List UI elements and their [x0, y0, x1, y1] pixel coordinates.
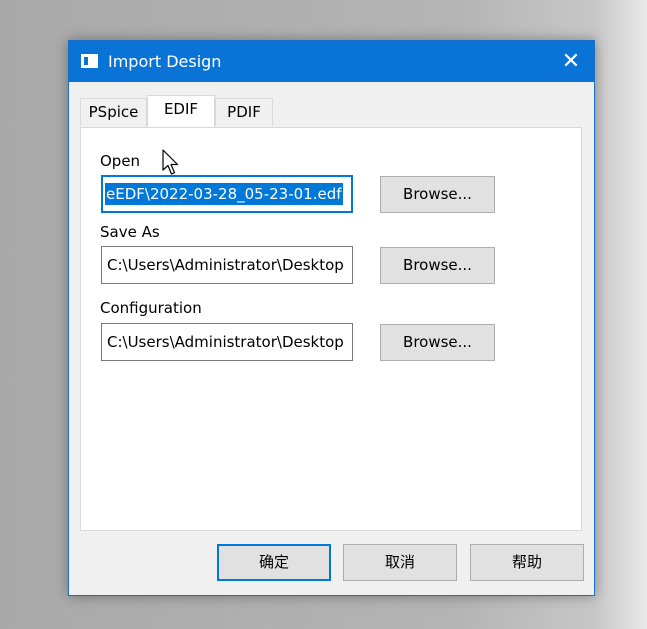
save-as-browse-button[interactable]: Browse... [380, 247, 495, 284]
configuration-path-value: C:\Users\Administrator\Desktop [107, 333, 344, 351]
tab-pspice[interactable]: PSpice [80, 98, 147, 126]
open-browse-button[interactable]: Browse... [380, 176, 495, 213]
dialog-title: Import Design [108, 52, 222, 71]
open-label: Open [100, 152, 141, 170]
close-button[interactable]: ✕ [548, 41, 594, 82]
configuration-label: Configuration [100, 299, 202, 317]
save-as-label: Save As [100, 223, 160, 241]
cancel-button[interactable]: 取消 [343, 544, 457, 581]
ok-button[interactable]: 确定 [217, 544, 331, 581]
tab-pdif[interactable]: PDIF [215, 98, 273, 126]
tab-label: EDIF [163, 100, 199, 118]
import-design-dialog: Import Design ✕ PSpice EDIF PDIF Open eE… [68, 40, 595, 596]
tab-label: PSpice [88, 103, 139, 121]
configuration-path-input[interactable]: C:\Users\Administrator\Desktop [101, 323, 353, 361]
open-path-input[interactable]: eEDF\2022-03-28_05-23-01.edf [101, 175, 353, 213]
help-button[interactable]: 帮助 [470, 544, 584, 581]
tab-edif[interactable]: EDIF [147, 95, 215, 127]
title-bar[interactable]: Import Design ✕ [69, 41, 594, 82]
open-path-value: eEDF\2022-03-28_05-23-01.edf [105, 183, 343, 205]
tab-label: PDIF [227, 103, 261, 121]
mouse-pointer-icon [162, 149, 179, 175]
save-as-path-input[interactable]: C:\Users\Administrator\Desktop [101, 246, 353, 284]
window-icon [81, 54, 98, 68]
configuration-browse-button[interactable]: Browse... [380, 324, 495, 361]
save-as-path-value: C:\Users\Administrator\Desktop [107, 256, 344, 274]
